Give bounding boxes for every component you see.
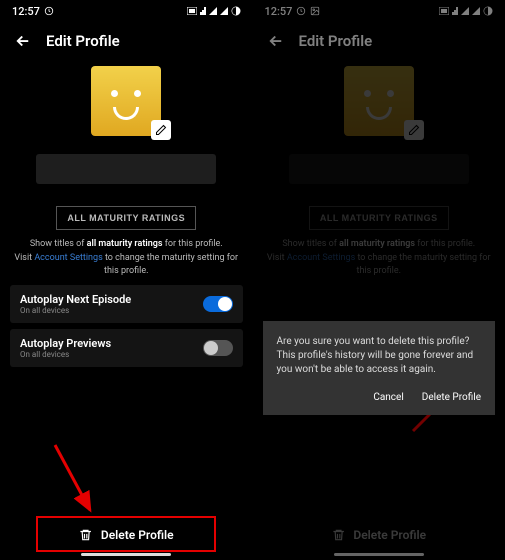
profile-avatar[interactable] [344, 66, 414, 136]
profile-name-input[interactable] [36, 154, 216, 184]
annotation-arrow-icon [50, 440, 100, 520]
profile-name-input[interactable] [289, 154, 469, 184]
image-icon [310, 6, 320, 16]
autoplay-previews-switch[interactable] [203, 340, 233, 356]
status-bar: 12:57 [253, 0, 505, 22]
status-time: 12:57 [265, 5, 293, 18]
trash-icon [331, 528, 345, 542]
phone-right: 12:57 Edit Profile ALL MATURITY RATINGS [253, 0, 505, 560]
clock-icon [44, 6, 54, 16]
status-time: 12:57 [12, 5, 40, 18]
status-icons [187, 6, 241, 16]
maturity-description: Show titles of all maturity ratings for … [10, 238, 243, 279]
account-settings-link[interactable]: Account Settings [287, 253, 355, 263]
autoplay-next-switch[interactable] [203, 296, 233, 312]
pencil-icon [155, 124, 167, 136]
back-arrow-icon[interactable] [267, 32, 285, 50]
maturity-description: Show titles of all maturity ratings for … [263, 238, 496, 279]
header: Edit Profile [0, 22, 253, 56]
maturity-rating-button[interactable]: ALL MATURITY RATINGS [309, 206, 449, 230]
confirm-dialog: Are you sure you want to delete this pro… [263, 321, 496, 415]
dialog-cancel-button[interactable]: Cancel [373, 391, 403, 405]
toggle-sublabel: On all devices [20, 350, 111, 359]
edit-avatar-button[interactable] [151, 120, 171, 140]
phone-left: 12:57 Edit Profile ALL MATURITY RATINGS … [0, 0, 253, 560]
status-bar: 12:57 [0, 0, 253, 22]
status-icons [439, 6, 493, 16]
autoplay-previews-row[interactable]: Autoplay Previews On all devices [10, 329, 243, 367]
toggle-label: Autoplay Previews [20, 337, 111, 350]
toggle-sublabel: On all devices [20, 306, 131, 315]
pencil-icon [408, 124, 420, 136]
delete-profile-button[interactable]: Delete Profile [331, 528, 426, 542]
clock-icon [296, 6, 306, 16]
edit-avatar-button[interactable] [404, 120, 424, 140]
header: Edit Profile [253, 22, 505, 56]
account-settings-link[interactable]: Account Settings [34, 253, 102, 263]
nav-handle[interactable] [81, 553, 171, 556]
page-title: Edit Profile [46, 32, 120, 50]
delete-profile-button[interactable]: Delete Profile [79, 528, 174, 542]
dialog-confirm-button[interactable]: Delete Profile [422, 391, 481, 405]
trash-icon [79, 528, 93, 542]
autoplay-next-row[interactable]: Autoplay Next Episode On all devices [10, 285, 243, 323]
dialog-message: Are you sure you want to delete this pro… [277, 335, 482, 377]
page-title: Edit Profile [299, 32, 373, 50]
toggle-label: Autoplay Next Episode [20, 293, 131, 306]
back-arrow-icon[interactable] [14, 32, 32, 50]
maturity-rating-button[interactable]: ALL MATURITY RATINGS [56, 206, 196, 230]
